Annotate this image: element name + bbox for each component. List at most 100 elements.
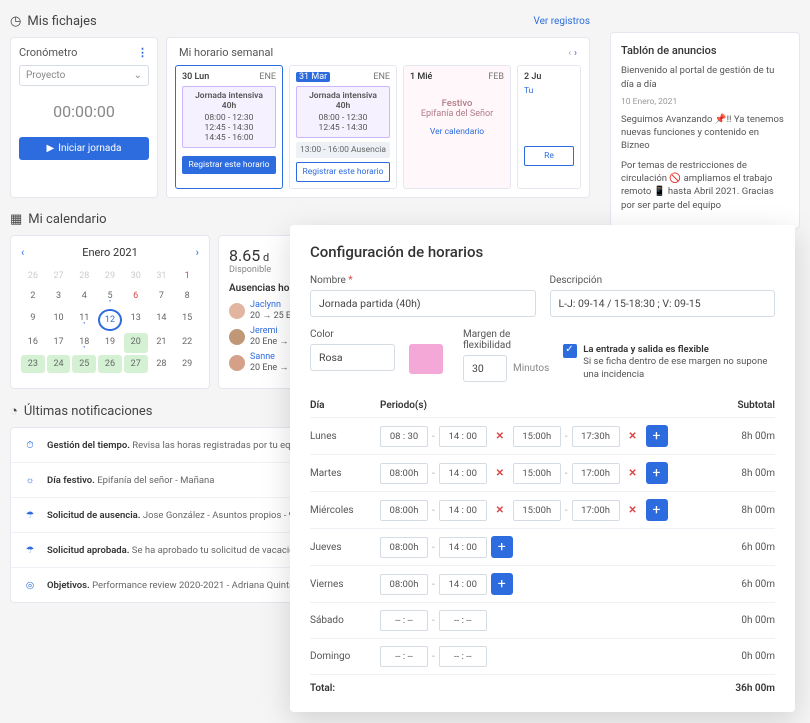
schedule-row: Miércoles08:00h-14 : 00✕15:00h-17:00h✕+8… — [310, 492, 775, 529]
remove-period-icon[interactable]: ✕ — [624, 427, 642, 445]
calendar-grid[interactable]: 2627282930311 2345678 9101112131415 1617… — [21, 267, 199, 373]
festivo-title: Festivo — [410, 98, 504, 109]
iniciar-jornada-button[interactable]: ▶ Iniciar jornada — [19, 137, 149, 160]
day-label: Domingo — [310, 651, 380, 662]
person-name: Jeremi — [250, 326, 288, 336]
section-title: Mis fichajes — [27, 14, 96, 29]
festivo-sub: Epifanía del Señor — [410, 109, 504, 119]
subtotal-label: 8h 00m — [715, 505, 775, 516]
time-input[interactable]: -- : -- — [380, 610, 428, 631]
time-input[interactable]: -- : -- — [439, 610, 487, 631]
dash-separator: - — [432, 651, 435, 662]
dash-separator: - — [565, 505, 568, 516]
date-label: 31 Mar — [296, 72, 330, 82]
add-period-button[interactable]: + — [646, 462, 668, 484]
add-period-button[interactable]: + — [491, 573, 513, 595]
umbrella-icon: ☂ — [21, 541, 39, 559]
notif-bold: Solicitud aprobada. — [47, 545, 129, 556]
chk-title: La entrada y salida es flexible — [583, 344, 775, 356]
day-card-mie[interactable]: 1 MiéFEB Festivo Epifanía del Señor Ver … — [403, 65, 511, 189]
proyecto-select[interactable]: Proyecto ⌄ — [19, 65, 149, 86]
remove-period-icon[interactable]: ✕ — [491, 427, 509, 445]
remove-period-icon[interactable]: ✕ — [624, 464, 642, 482]
ver-registros-link[interactable]: Ver registros — [533, 16, 590, 27]
ver-calendario-link[interactable]: Ver calendario — [410, 127, 504, 137]
time-input[interactable]: 15:00h — [513, 463, 561, 484]
dash-separator: - — [565, 431, 568, 442]
time-input[interactable]: 17:30h — [572, 426, 620, 447]
add-period-button[interactable]: + — [491, 536, 513, 558]
color-swatch[interactable] — [409, 344, 443, 374]
time-input[interactable]: 14 : 00 — [439, 537, 487, 558]
dash-separator: - — [565, 468, 568, 479]
stopwatch-icon: ⏱ — [21, 436, 39, 454]
time-input[interactable]: -- : -- — [380, 646, 428, 667]
registrar-button[interactable]: Registrar este horario — [296, 162, 390, 182]
total-label: Total: — [310, 683, 335, 694]
time-input[interactable]: 17:00h — [572, 500, 620, 521]
notif-text: Epifanía del señor - Mañana — [95, 475, 215, 486]
time-input[interactable]: 15:00h — [513, 426, 561, 447]
add-period-button[interactable]: + — [646, 499, 668, 521]
time-input[interactable]: 08:00h — [380, 537, 428, 558]
person-dates: 20 → 25 E — [250, 310, 291, 321]
periods-cell: 08:00h-14 : 00✕15:00h-17:00h✕+ — [380, 462, 715, 484]
ji-title: Jornada intensiva 40h — [301, 91, 385, 111]
registrar-button[interactable]: Registrar este horario — [182, 156, 276, 174]
time-input[interactable]: 14 : 00 — [439, 500, 487, 521]
dash-separator: - — [432, 505, 435, 516]
board-text: Bienvenido al portal de gestión de tu dí… — [621, 64, 789, 91]
add-period-button[interactable]: + — [646, 425, 668, 447]
person-name: Sanne — [250, 352, 288, 362]
board-date: 10 Enero, 2021 — [621, 97, 789, 109]
schedule-row: Sábado-- : ----- : --0h 00m — [310, 603, 775, 639]
day-card-lun[interactable]: 30 LunENE Jornada intensiva 40h 08:00 - … — [175, 65, 283, 189]
time-input[interactable]: 17:00h — [572, 463, 620, 484]
time-input[interactable]: -- : -- — [439, 646, 487, 667]
timer-display: 00:00:00 — [19, 102, 149, 121]
total-value: 36h 00m — [735, 683, 775, 694]
horario-title: Mi horario semanal — [179, 46, 273, 59]
time-input[interactable]: 08 : 30 — [380, 426, 428, 447]
time-input[interactable]: 14 : 00 — [439, 463, 487, 484]
day-card-jue[interactable]: 2 Ju Tu Re — [517, 65, 581, 189]
subtotal-label: 8h 00m — [715, 431, 775, 442]
schedule-table: Día Periodo(s) Subtotal Lunes08 : 30-14 … — [310, 394, 775, 694]
date-label: 2 Ju — [524, 72, 541, 82]
registrar-button[interactable]: Re — [524, 146, 574, 166]
prev-month-icon[interactable]: ‹ — [21, 246, 24, 259]
remove-period-icon[interactable]: ✕ — [491, 464, 509, 482]
next-month-icon[interactable]: › — [196, 246, 199, 259]
time-input[interactable]: 08:00h — [380, 500, 428, 521]
flexible-checkbox-row[interactable]: La entrada y salida es flexibleSi se fic… — [563, 344, 775, 381]
ji-line: 12:45 - 14:30 — [187, 123, 271, 133]
month-label: Enero 2021 — [82, 246, 138, 259]
day-label: Jueves — [310, 542, 380, 553]
day-label: Miércoles — [310, 505, 380, 516]
time-input[interactable]: 08:00h — [380, 574, 428, 595]
desc-input[interactable] — [550, 290, 776, 317]
clock-icon: ◷ — [10, 14, 21, 29]
periods-cell: 08:00h-14 : 00✕15:00h-17:00h✕+ — [380, 499, 715, 521]
subtotal-label: 6h 00m — [715, 542, 775, 553]
remove-period-icon[interactable]: ✕ — [624, 501, 642, 519]
section-title: Mi calendario — [28, 212, 106, 227]
schedule-row: Lunes08 : 30-14 : 00✕15:00h-17:30h✕+8h 0… — [310, 418, 775, 455]
avail-unit: d — [263, 251, 269, 264]
day-label: Sábado — [310, 615, 380, 626]
prev-week-icon[interactable]: ‹ — [568, 48, 571, 59]
person-dates: 20 Ene → — [250, 362, 288, 373]
margen-input[interactable] — [463, 355, 507, 382]
time-input[interactable]: 08:00h — [380, 463, 428, 484]
col-dia: Día — [310, 400, 380, 411]
checkbox-checked-icon[interactable] — [563, 344, 577, 358]
time-input[interactable]: 14 : 00 — [439, 574, 487, 595]
day-card-mar[interactable]: 31 MarENE Jornada intensiva 40h 08:00 - … — [289, 65, 397, 189]
nombre-input[interactable] — [310, 290, 536, 317]
remove-period-icon[interactable]: ✕ — [491, 501, 509, 519]
time-input[interactable]: 14 : 00 — [439, 426, 487, 447]
next-week-icon[interactable]: › — [574, 48, 577, 59]
more-icon[interactable]: ⋮ — [137, 46, 149, 59]
color-input[interactable] — [310, 344, 395, 371]
time-input[interactable]: 15:00h — [513, 500, 561, 521]
